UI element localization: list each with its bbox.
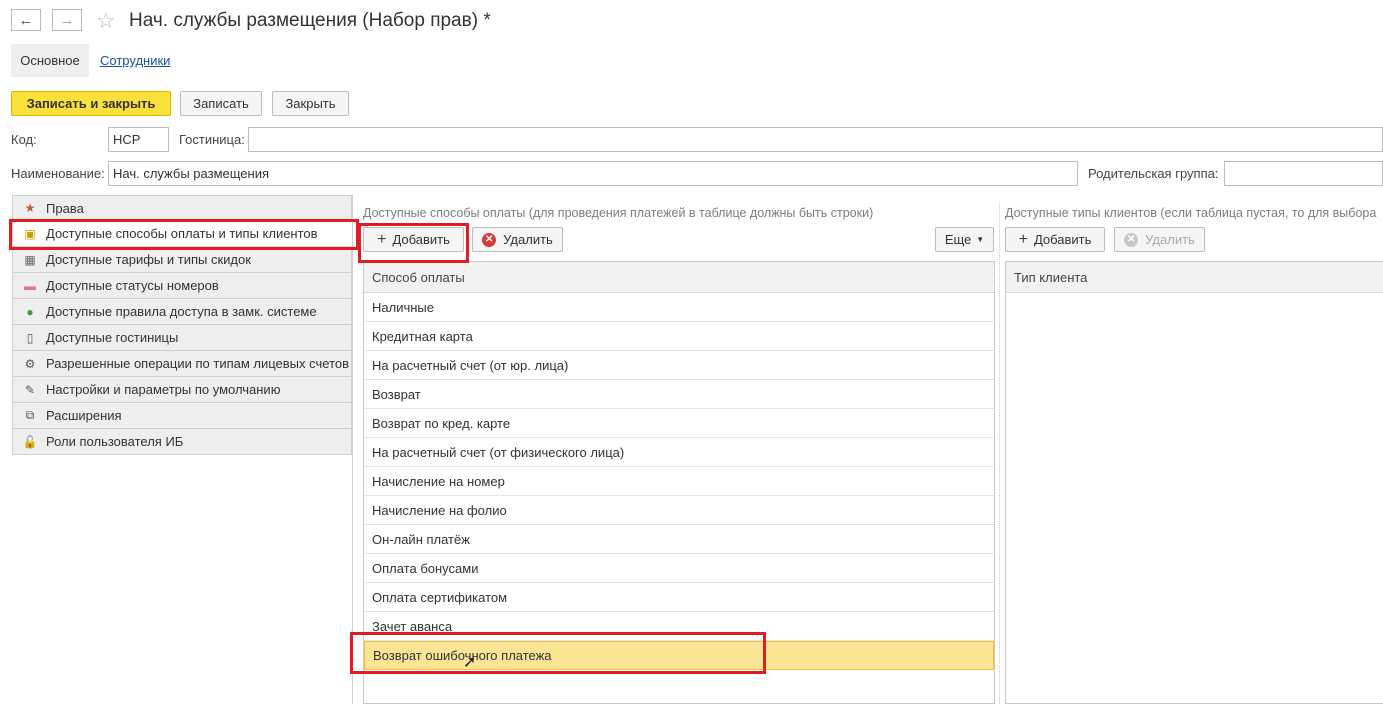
- table-row[interactable]: Начисление на фолио: [364, 496, 994, 525]
- delete-label: Удалить: [1145, 232, 1195, 247]
- sidebar-item-user-roles[interactable]: 🔓 Роли пользователя ИБ: [12, 429, 352, 455]
- sidebar-item-label: Расширения: [46, 408, 122, 423]
- table-row[interactable]: На расчетный счет (от юр. лица): [364, 351, 994, 380]
- calculator-icon: ▦: [24, 252, 36, 267]
- bed-icon: ▬: [24, 278, 36, 293]
- back-arrow-icon: ←: [18, 11, 34, 29]
- extensions-icon: ⧉: [25, 408, 35, 422]
- tab-main[interactable]: Основное: [11, 44, 89, 77]
- name-label: Наименование:: [11, 166, 105, 181]
- more-label: Еще: [944, 232, 972, 247]
- favorite-star-icon[interactable]: ☆: [96, 8, 116, 34]
- column-header-client-type[interactable]: Тип клиента: [1006, 262, 1383, 293]
- delete-icon: ✕: [482, 232, 497, 247]
- sidebar-item-label: Доступные статусы номеров: [46, 278, 219, 293]
- sidebar-item-extensions[interactable]: ⧉ Расширения: [12, 403, 352, 429]
- rights-icon: ★: [24, 201, 36, 215]
- table-row[interactable]: Наличные: [364, 293, 994, 322]
- payment-methods-table: Способ оплаты Наличные Кредитная карта Н…: [363, 261, 995, 704]
- forward-button[interactable]: →: [52, 9, 82, 31]
- sidebar-item-hotels[interactable]: ▯ Доступные гостиницы: [12, 325, 352, 351]
- sidebar-item-label: Роли пользователя ИБ: [46, 434, 184, 449]
- paperclip-icon: ✎: [24, 382, 36, 397]
- add-payment-button[interactable]: + Добавить: [363, 227, 464, 252]
- sidebar-item-lock-rules[interactable]: ● Доступные правила доступа в замк. систе…: [12, 299, 352, 325]
- client-types-table: Тип клиента: [1005, 261, 1383, 704]
- save-button[interactable]: Записать: [180, 91, 262, 116]
- table-row[interactable]: Кредитная карта: [364, 322, 994, 351]
- table-row[interactable]: На расчетный счет (от физического лица): [364, 438, 994, 467]
- delete-label: Удалить: [503, 232, 553, 247]
- table-row[interactable]: Возврат: [364, 380, 994, 409]
- table-row[interactable]: Начисление на номер: [364, 467, 994, 496]
- plus-icon: +: [1018, 230, 1028, 248]
- hotel-label: Гостиница:: [179, 132, 245, 147]
- plus-icon: +: [377, 230, 387, 248]
- divider: [352, 195, 353, 704]
- payment-methods-icon: ▣: [24, 226, 36, 241]
- sidebar-item-label: Доступные правила доступа в замк. систем…: [46, 304, 317, 319]
- page-title: Нач. службы размещения (Набор прав) *: [129, 10, 491, 31]
- sidebar-item-label: Настройки и параметры по умолчанию: [46, 382, 281, 397]
- gear-icon: ⚙: [24, 356, 36, 371]
- chevron-down-icon: ▼: [976, 235, 985, 244]
- add-label: Добавить: [392, 232, 450, 247]
- forward-arrow-icon: →: [59, 11, 75, 29]
- sidebar: ★ Права ▣ Доступные способы оплаты и типы …: [12, 195, 352, 455]
- table-row-selected[interactable]: Возврат ошибочного платежа: [364, 641, 994, 670]
- hotel-field[interactable]: [248, 127, 1383, 152]
- table-row[interactable]: Оплата сертификатом: [364, 583, 994, 612]
- sidebar-item-default-settings[interactable]: ✎ Настройки и параметры по умолчанию: [12, 377, 352, 403]
- column-header-payment-method[interactable]: Способ оплаты: [364, 262, 994, 293]
- client-panel-caption: Доступные типы клиентов (если таблица пу…: [1005, 206, 1377, 220]
- code-field[interactable]: НСР: [108, 127, 169, 152]
- sidebar-item-label: Разрешенные операции по типам лицевых сч…: [46, 356, 350, 371]
- table-row[interactable]: Зачет аванса: [364, 612, 994, 641]
- delete-icon: ✕: [1124, 232, 1139, 247]
- table-row[interactable]: Оплата бонусами: [364, 554, 994, 583]
- sidebar-item-account-operations[interactable]: ⚙ Разрешенные операции по типам лицевых с…: [12, 351, 352, 377]
- close-button[interactable]: Закрыть: [272, 91, 349, 116]
- parent-group-label: Родительская группа:: [1088, 166, 1219, 181]
- back-button[interactable]: ←: [11, 9, 41, 31]
- sidebar-item-label: Доступные гостиницы: [46, 330, 179, 345]
- sidebar-item-label: Доступные тарифы и типы скидок: [46, 252, 251, 267]
- mouse-cursor-icon: ➚: [463, 654, 477, 671]
- table-row[interactable]: Возврат по кред. карте: [364, 409, 994, 438]
- sidebar-item-rights[interactable]: ★ Права: [12, 195, 352, 221]
- save-and-close-button[interactable]: Записать и закрыть: [11, 91, 171, 116]
- sidebar-item-label: Доступные способы оплаты и типы клиентов: [46, 226, 318, 241]
- parent-group-field[interactable]: [1224, 161, 1383, 186]
- code-label: Код:: [11, 132, 37, 147]
- sidebar-item-tariffs[interactable]: ▦ Доступные тарифы и типы скидок: [12, 247, 352, 273]
- unlock-icon: 🔓: [22, 434, 38, 449]
- add-label: Добавить: [1033, 232, 1092, 247]
- sidebar-item-label: Права: [46, 200, 84, 216]
- name-field[interactable]: Нач. службы размещения: [108, 161, 1078, 186]
- delete-payment-button[interactable]: ✕ Удалить: [472, 227, 563, 252]
- delete-client-type-button[interactable]: ✕ Удалить: [1114, 227, 1205, 252]
- panel-divider: [999, 203, 1001, 704]
- payment-panel-caption: Доступные способы оплаты (для проведения…: [363, 206, 874, 220]
- more-button[interactable]: Еще ▼: [935, 227, 994, 252]
- sidebar-item-payment-methods[interactable]: ▣ Доступные способы оплаты и типы клиенто…: [12, 221, 352, 247]
- door-icon: ▯: [26, 330, 34, 345]
- tab-employees[interactable]: Сотрудники: [100, 53, 170, 68]
- add-client-type-button[interactable]: + Добавить: [1005, 227, 1105, 252]
- sidebar-item-room-statuses[interactable]: ▬ Доступные статусы номеров: [12, 273, 352, 299]
- user-lock-icon: ●: [26, 304, 34, 319]
- table-row[interactable]: Он-лайн платёж: [364, 525, 994, 554]
